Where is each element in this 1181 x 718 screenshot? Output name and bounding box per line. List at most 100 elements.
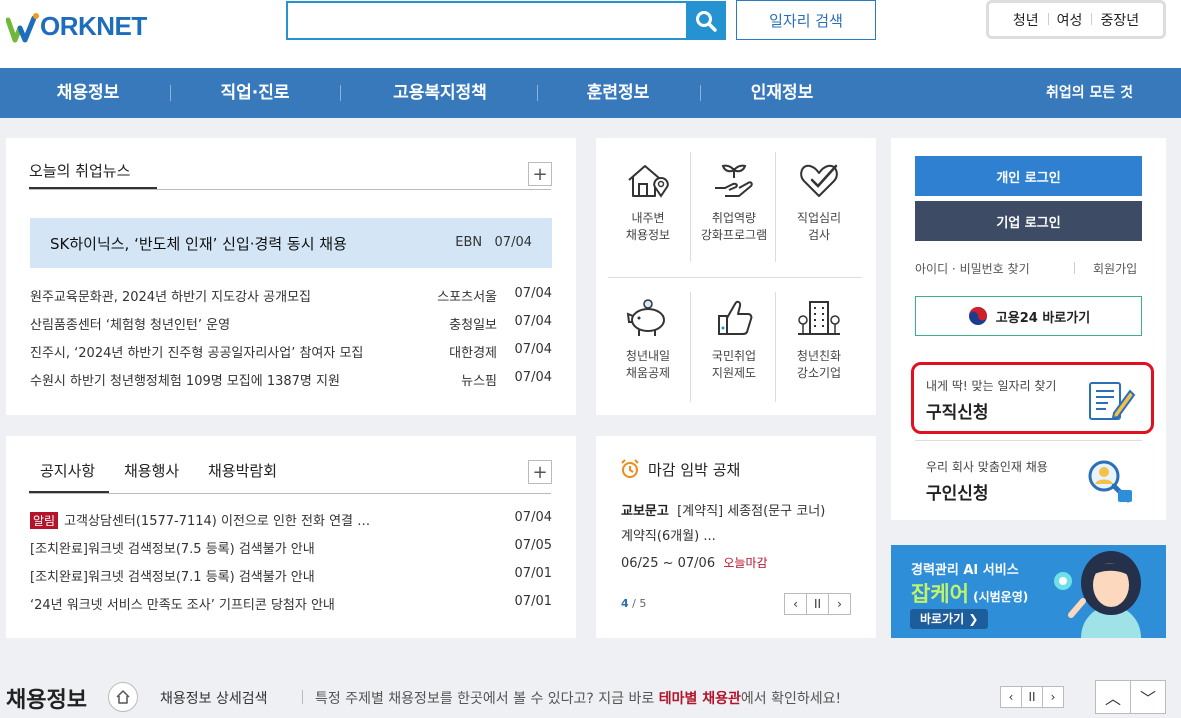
news-headline[interactable]: SK하이닉스, ‘반도체 인재’ 신입·경력 동시 채용 EBN 07/04 xyxy=(30,218,552,268)
quick-menu-youth-savings[interactable]: 청년내일 채움공제 xyxy=(606,296,690,382)
detail-search-link[interactable]: 채용정보 상세검색 xyxy=(160,688,268,708)
divider xyxy=(29,189,551,190)
chevron-down-icon[interactable]: ﹀ xyxy=(1131,681,1165,713)
search-input[interactable] xyxy=(288,3,686,38)
alarm-clock-icon xyxy=(621,459,639,478)
deadline-desc: [계약직] 세종점(문구 코너) xyxy=(677,504,826,519)
nav-all-about-jobs[interactable]: 취업의 모든 것 xyxy=(1046,68,1133,118)
heart-check-icon xyxy=(800,164,838,197)
divider xyxy=(608,277,862,278)
application-form-icon xyxy=(1089,382,1136,420)
logo-w-icon xyxy=(6,13,39,43)
quick-menu-youth-friendly-company[interactable]: 청년친화 강소기업 xyxy=(777,296,861,382)
taegeuk-icon xyxy=(968,307,987,325)
chevron-up-icon[interactable]: ︿ xyxy=(1096,681,1131,713)
tab-recruit-event[interactable]: 채용행사 xyxy=(124,460,179,481)
banner-go-button[interactable]: 바로가기 ❯ xyxy=(910,609,989,629)
tab-job-fair[interactable]: 채용박람회 xyxy=(208,460,277,481)
home-icon xyxy=(116,690,130,704)
quick-menu-national-employment[interactable]: 국민취업 지원제도 xyxy=(692,296,776,382)
tab-underline xyxy=(29,187,157,189)
nav-item-talent[interactable]: 인재정보 xyxy=(732,68,832,118)
news-item[interactable]: 원주교육문화관, 2024년 하반기 지도강사 공개모집 스포츠서울 07/04 xyxy=(30,286,552,306)
nav-divider xyxy=(537,85,538,101)
headline-title: SK하이닉스, ‘반도체 인재’ 신입·경력 동시 채용 xyxy=(50,235,347,253)
deadline-pager: ‹ II › xyxy=(784,593,851,615)
headline-source: EBN 07/04 xyxy=(455,235,532,250)
search-button[interactable] xyxy=(686,1,726,40)
chevron-left-icon[interactable]: ‹ xyxy=(785,594,807,614)
chevron-right-icon[interactable]: › xyxy=(1043,687,1063,707)
pause-icon[interactable]: II xyxy=(1022,687,1043,707)
quick-menu-nearby-jobs[interactable]: 내주변 채용정보 xyxy=(606,158,690,244)
tab-underline xyxy=(29,491,109,493)
divider xyxy=(690,152,691,262)
notice-more-button[interactable]: + xyxy=(528,460,552,484)
notice-item[interactable]: 알림 고객상담센터(1577-7114) 이전으로 인한 전화 연결 … 07/04 xyxy=(30,510,552,530)
deadline-status: 오늘마감 xyxy=(723,556,768,570)
alert-badge: 알림 xyxy=(30,512,59,529)
news-item[interactable]: 수원시 하반기 청년행정체험 109명 모집에 1387명 지원 뉴스핌 07/04 xyxy=(30,370,552,390)
nav-divider xyxy=(170,85,171,101)
bottom-pager: ‹ II › xyxy=(1000,686,1064,708)
banner-line1: 경력관리 AI 서비스 xyxy=(911,563,1019,578)
section-title: 채용정보 xyxy=(6,688,87,713)
news-item[interactable]: 진주시, ‘2024년 하반기 진주형 공공일자리사업’ 참여자 모집 대한경제 0… xyxy=(30,342,552,362)
logo-text: ORKNET xyxy=(40,11,147,41)
nav-divider xyxy=(700,85,701,101)
worknet-logo[interactable]: ORKNET xyxy=(6,6,166,43)
deadline-job[interactable]: 교보문고 [계약직] 세종점(문구 코너) xyxy=(621,500,861,519)
news-more-button[interactable]: + xyxy=(528,162,552,186)
theme-hall-link: 테마별 채용관 xyxy=(658,691,741,707)
join-link[interactable]: 회원가입 xyxy=(1093,260,1137,277)
personal-login-button[interactable]: 개인 로그인 xyxy=(915,156,1142,196)
notice-item[interactable]: ‘24년 워크넷 서비스 만족도 조사’ 기프티콘 당첨자 안내 07/01 xyxy=(30,594,552,614)
notice-item[interactable]: [조치완료]워크넷 검색정보(7.1 등록) 검색불가 안내 07/01 xyxy=(30,566,552,586)
job-application-highlight[interactable]: 내게 딱! 맞는 일자리 찾기 구직신청 xyxy=(911,362,1154,434)
header: ORKNET 일자리 검색 청년 여성 중장년 xyxy=(0,0,1181,68)
tab-notice[interactable]: 공지사항 xyxy=(40,460,95,481)
home-button[interactable] xyxy=(108,682,138,712)
divider xyxy=(690,292,691,402)
nav-item-welfare-policy[interactable]: 고용복지정책 xyxy=(370,68,510,118)
banner-title: 잡케어 (시범운영) xyxy=(911,582,1029,606)
company-login-button[interactable]: 기업 로그인 xyxy=(915,201,1142,241)
divider xyxy=(915,440,1142,441)
job-search-button[interactable]: 일자리 검색 xyxy=(736,0,876,40)
chevron-right-icon[interactable]: › xyxy=(829,594,850,614)
nav-item-training[interactable]: 훈련정보 xyxy=(568,68,668,118)
notice-item[interactable]: [조치완료]워크넷 검색정보(7.5 등록) 검색불가 안내 07/05 xyxy=(30,538,552,558)
deadline-title: 마감 임박 공채 xyxy=(648,461,741,479)
quick-menu-psych-test[interactable]: 직업심리 검사 xyxy=(777,158,861,244)
quick-menu-capability-program[interactable]: 취업역량 강화프로그램 xyxy=(692,158,776,244)
building-icon xyxy=(798,301,840,335)
tab-middle-aged[interactable]: 중장년 xyxy=(1091,10,1148,30)
deadline-period: 06/25 ~ 07/06 오늘마감 xyxy=(621,556,768,571)
search-icon xyxy=(696,10,717,32)
tab-youth[interactable]: 청년 xyxy=(1004,10,1048,30)
audience-tabs: 청년 여성 중장년 xyxy=(986,0,1166,39)
piggy-bank-icon xyxy=(626,299,665,336)
nav-item-recruit-info[interactable]: 채용정보 xyxy=(38,68,138,118)
pause-icon[interactable]: II xyxy=(807,594,829,614)
section-nav: ︿ ﹀ xyxy=(1095,680,1166,714)
talent-request-link[interactable]: 우리 회사 맞춤인재 채용 구인신청 xyxy=(914,442,1154,514)
chevron-left-icon[interactable]: ‹ xyxy=(1001,687,1022,707)
divider xyxy=(302,690,303,704)
main-nav: 채용정보 직업·진로 고용복지정책 훈련정보 인재정보 취업의 모든 것 xyxy=(0,68,1181,118)
news-title[interactable]: 오늘의 취업뉴스 xyxy=(29,160,130,190)
deadline-company: 교보문고 xyxy=(621,504,669,519)
divider xyxy=(29,493,551,494)
nav-item-career[interactable]: 직업·진로 xyxy=(200,68,310,118)
nav-divider xyxy=(340,85,341,101)
goyong24-button[interactable]: 고용24 바로가기 xyxy=(915,296,1142,336)
theme-promo-text[interactable]: 특정 주제별 채용정보를 한곳에서 볼 수 있다고? 지금 바로 테마별 채용관… xyxy=(315,688,841,708)
search-field-wrapper xyxy=(286,1,686,40)
recruit-title: 구인신청 xyxy=(926,484,989,504)
find-id-password-link[interactable]: 아이디 · 비밀번호 찾기 xyxy=(915,260,1030,277)
jobcare-banner[interactable]: 경력관리 AI 서비스 잡케어 (시범운영) 바로가기 ❯ xyxy=(891,545,1166,638)
tab-women[interactable]: 여성 xyxy=(1047,10,1092,30)
news-item[interactable]: 산림품종센터 ‘체험형 청년인턴’ 운영 충청일보 07/04 xyxy=(30,314,552,334)
hand-sprout-icon xyxy=(715,164,753,197)
talent-search-icon xyxy=(1088,460,1132,503)
